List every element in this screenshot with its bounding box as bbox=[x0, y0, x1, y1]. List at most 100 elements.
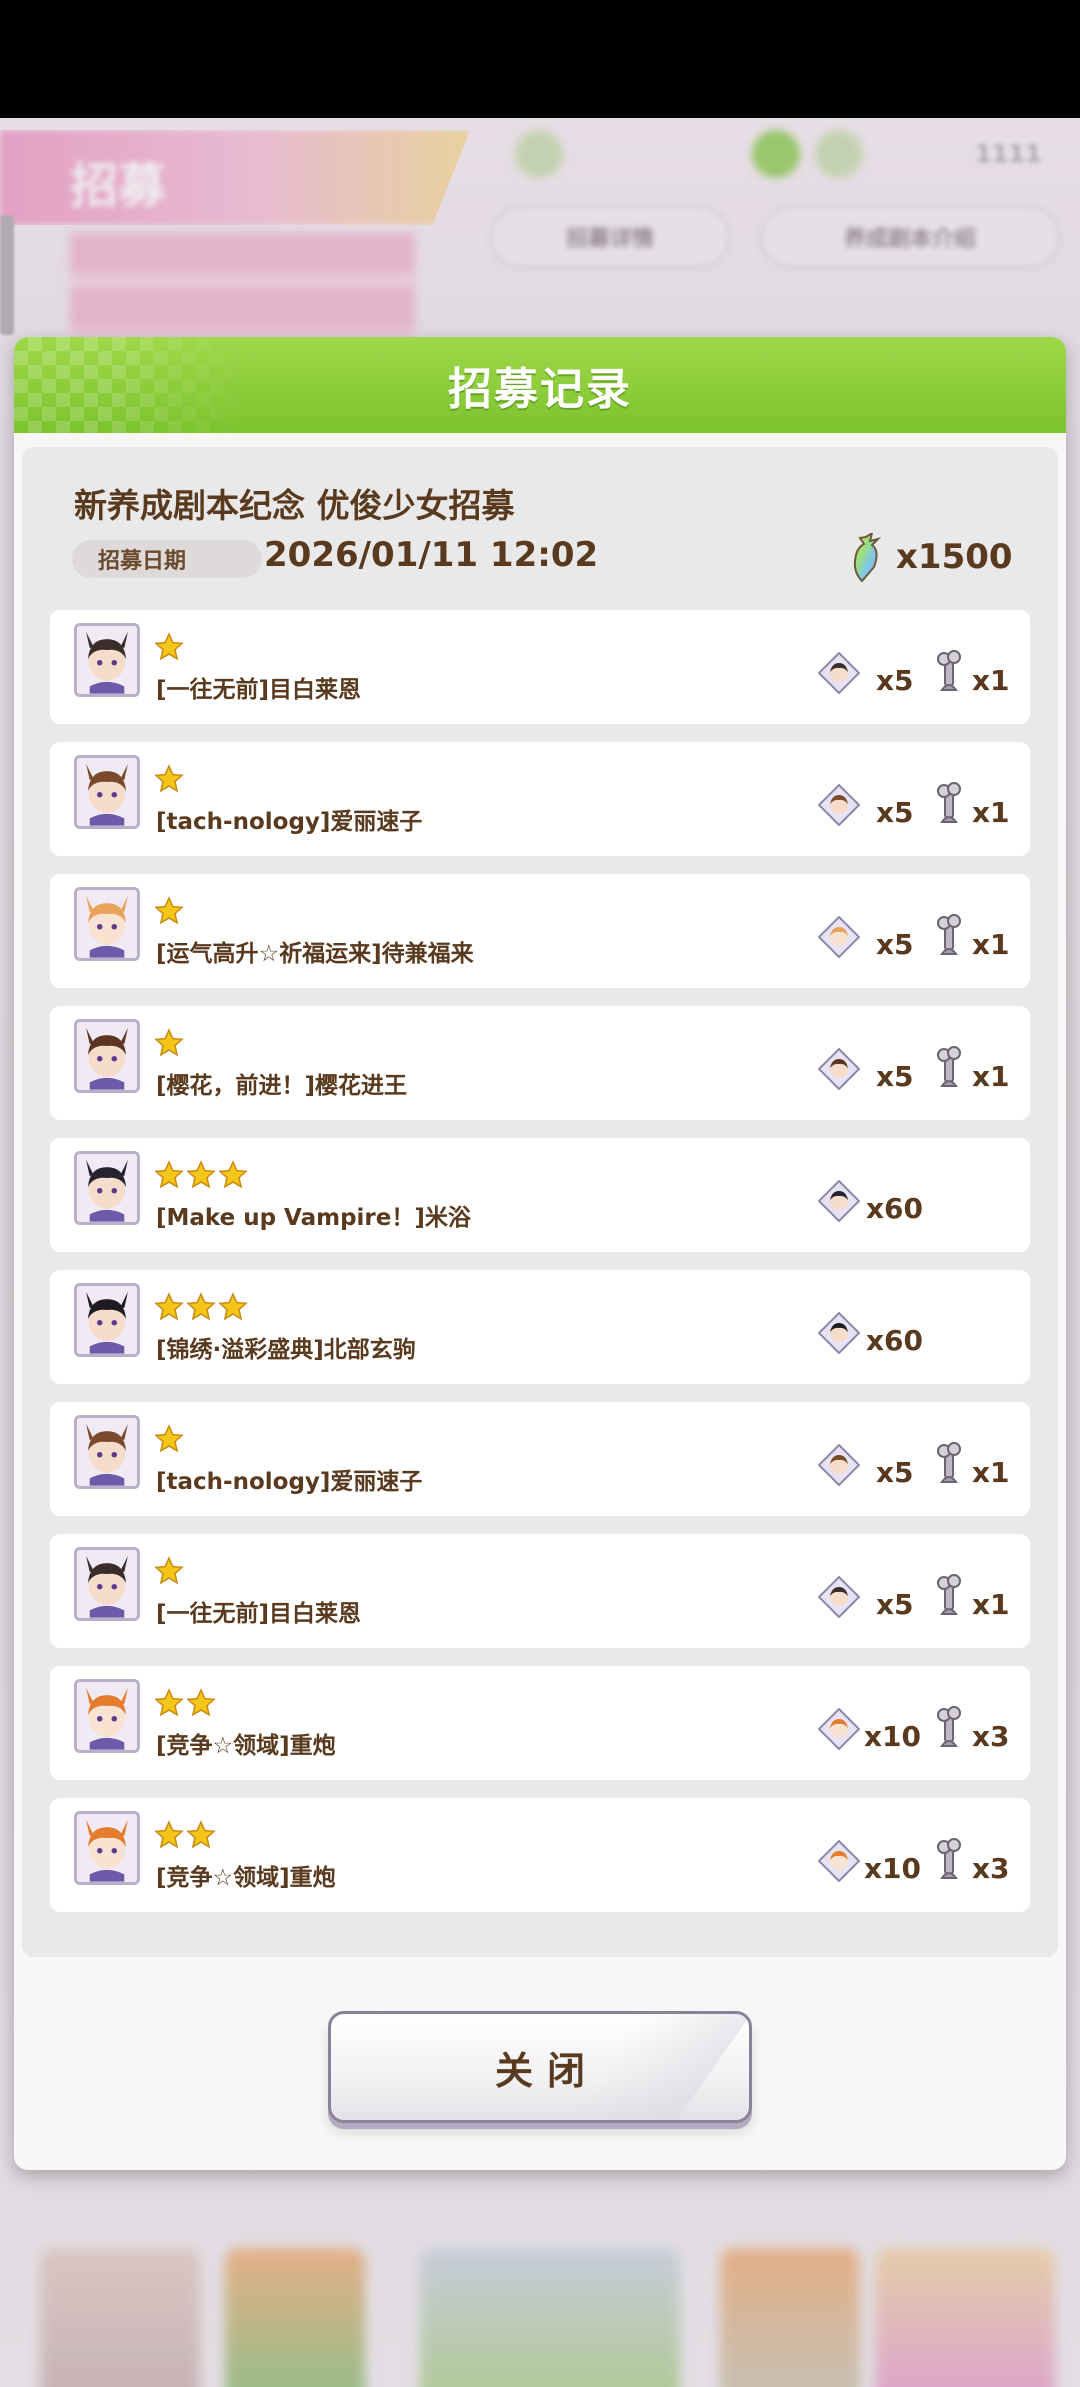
character-avatar bbox=[74, 1151, 140, 1225]
character-title: [Make up Vampire！]米浴 bbox=[156, 1205, 471, 1231]
material-bone-icon bbox=[932, 1574, 966, 1620]
dialog-header: 招募记录 bbox=[14, 337, 1066, 433]
star-icon bbox=[154, 1424, 184, 1453]
result-row: [运气高升☆祈福运来]待兼福来 x5 x1 bbox=[50, 874, 1030, 988]
material-count: x1 bbox=[972, 1060, 1010, 1093]
character-title: [锦绣·溢彩盛典]北部玄驹 bbox=[156, 1337, 416, 1363]
rarity-stars bbox=[154, 764, 184, 796]
piece-count: x10 bbox=[864, 1720, 922, 1753]
character-title: [tach-nology]爱丽速子 bbox=[156, 1469, 423, 1495]
material-bone-icon bbox=[932, 650, 966, 696]
rarity-stars bbox=[154, 1688, 216, 1720]
material-bone-icon bbox=[932, 1442, 966, 1488]
result-row: [樱花，前进！]樱花进王 x5 x1 bbox=[50, 1006, 1030, 1120]
banner-name: 新养成剧本纪念 优俊少女招募 bbox=[74, 486, 515, 525]
material-count: x1 bbox=[972, 1456, 1010, 1489]
star-icon bbox=[154, 1028, 184, 1057]
result-row: [tach-nology]爱丽速子 x5 x1 bbox=[50, 1402, 1030, 1516]
character-title: [一往无前]目白莱恩 bbox=[156, 677, 362, 703]
rarity-stars bbox=[154, 1424, 184, 1456]
star-icon bbox=[186, 1688, 216, 1717]
character-title: [一往无前]目白莱恩 bbox=[156, 1601, 362, 1627]
piece-count: x60 bbox=[866, 1192, 924, 1225]
character-title: [tach-nology]爱丽速子 bbox=[156, 809, 423, 835]
character-avatar bbox=[74, 755, 140, 829]
piece-count: x5 bbox=[876, 1456, 914, 1489]
close-button-label: 关闭 bbox=[494, 2048, 599, 2093]
character-piece-icon bbox=[817, 1839, 861, 1883]
result-row: [锦绣·溢彩盛典]北部玄驹 x60 bbox=[50, 1270, 1030, 1384]
recruit-history-dialog: 招募记录 新养成剧本纪念 优俊少女招募 招募日期 2026/01/11 12:0… bbox=[14, 337, 1066, 2170]
result-row: [竞争☆领域]重炮 x10 x3 bbox=[50, 1798, 1030, 1912]
character-avatar bbox=[74, 1679, 140, 1753]
date-value: 2026/01/11 12:02 bbox=[264, 535, 599, 575]
rarity-stars bbox=[154, 632, 184, 664]
material-count: x3 bbox=[972, 1852, 1010, 1885]
rarity-stars bbox=[154, 896, 184, 928]
character-piece-icon bbox=[817, 1443, 861, 1487]
star-icon bbox=[154, 1292, 184, 1321]
close-button[interactable]: 关闭 bbox=[328, 2011, 752, 2123]
character-piece-icon bbox=[817, 1047, 861, 1091]
rarity-stars bbox=[154, 1028, 184, 1060]
result-row: [tach-nology]爱丽速子 x5 x1 bbox=[50, 742, 1030, 856]
character-avatar bbox=[74, 887, 140, 961]
character-piece-icon bbox=[817, 1575, 861, 1619]
character-piece-icon bbox=[817, 1311, 861, 1355]
star-icon bbox=[154, 1820, 184, 1849]
material-count: x3 bbox=[972, 1720, 1010, 1753]
material-count: x1 bbox=[972, 928, 1010, 961]
character-piece-icon bbox=[817, 915, 861, 959]
star-icon bbox=[218, 1292, 248, 1321]
material-bone-icon bbox=[932, 914, 966, 960]
star-icon bbox=[154, 632, 184, 661]
material-bone-icon bbox=[932, 1046, 966, 1092]
material-bone-icon bbox=[932, 782, 966, 828]
material-bone-icon bbox=[932, 1706, 966, 1752]
result-row: [Make up Vampire！]米浴 x60 bbox=[50, 1138, 1030, 1252]
material-bone-icon bbox=[932, 1838, 966, 1884]
character-avatar bbox=[74, 1811, 140, 1885]
star-icon bbox=[218, 1160, 248, 1189]
character-title: [竞争☆领域]重炮 bbox=[156, 1865, 336, 1891]
result-row: [一往无前]目白莱恩 x5 x1 bbox=[50, 1534, 1030, 1648]
character-avatar bbox=[74, 1283, 140, 1357]
result-row: [竞争☆领域]重炮 x10 x3 bbox=[50, 1666, 1030, 1780]
character-avatar bbox=[74, 1415, 140, 1489]
star-icon bbox=[154, 1160, 184, 1189]
character-title: [运气高升☆祈福运来]待兼福来 bbox=[156, 941, 474, 967]
character-avatar bbox=[74, 623, 140, 697]
material-count: x1 bbox=[972, 796, 1010, 829]
star-icon bbox=[154, 1556, 184, 1585]
character-piece-icon bbox=[817, 1179, 861, 1223]
dialog-title: 招募记录 bbox=[448, 364, 632, 415]
character-title: [樱花，前进！]樱花进王 bbox=[156, 1073, 408, 1099]
character-avatar bbox=[74, 1547, 140, 1621]
material-count: x1 bbox=[972, 664, 1010, 697]
star-icon bbox=[186, 1820, 216, 1849]
status-bar bbox=[0, 0, 1080, 118]
star-icon bbox=[154, 764, 184, 793]
character-piece-icon bbox=[817, 1707, 861, 1751]
character-piece-icon bbox=[817, 651, 861, 695]
character-piece-icon bbox=[817, 783, 861, 827]
result-row: [一往无前]目白莱恩 x5 x1 bbox=[50, 610, 1030, 724]
star-icon bbox=[186, 1160, 216, 1189]
rarity-stars bbox=[154, 1160, 248, 1192]
date-label: 招募日期 bbox=[72, 540, 262, 578]
rarity-stars bbox=[154, 1556, 184, 1588]
star-icon bbox=[154, 896, 184, 925]
piece-count: x5 bbox=[876, 1588, 914, 1621]
rarity-stars bbox=[154, 1820, 216, 1852]
piece-count: x5 bbox=[876, 1060, 914, 1093]
piece-count: x5 bbox=[876, 664, 914, 697]
star-icon bbox=[154, 1688, 184, 1717]
piece-count: x10 bbox=[864, 1852, 922, 1885]
character-avatar bbox=[74, 1019, 140, 1093]
cost-value: x1500 bbox=[896, 537, 1013, 577]
piece-count: x60 bbox=[866, 1324, 924, 1357]
star-icon bbox=[186, 1292, 216, 1321]
piece-count: x5 bbox=[876, 928, 914, 961]
carrot-jewel-icon bbox=[853, 533, 882, 583]
rarity-stars bbox=[154, 1292, 248, 1324]
